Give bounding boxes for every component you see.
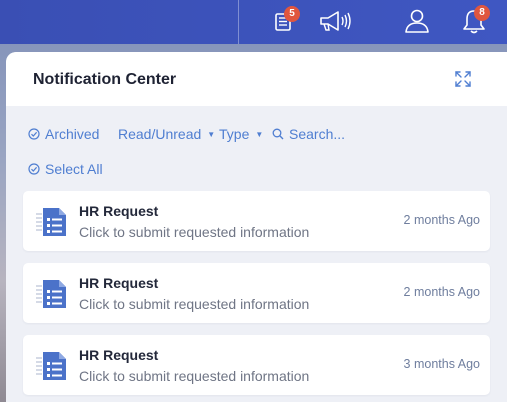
megaphone-icon (320, 11, 351, 31)
notification-panel: Notification Center Archived Read/Unread… (6, 52, 507, 402)
check-circle-icon (28, 128, 40, 140)
notification-time: 2 months Ago (403, 285, 480, 299)
select-all-label: Select All (45, 161, 103, 177)
search-icon (272, 128, 284, 140)
top-bar: 5 8 (0, 0, 507, 44)
notification-subtitle: Click to submit requested information (79, 224, 310, 240)
notification-title: HR Request (79, 275, 159, 291)
document-icon (36, 280, 66, 308)
read-unread-label: Read/Unread (118, 126, 202, 142)
select-all[interactable]: Select All (28, 159, 103, 179)
notification-item[interactable]: HR Request Click to submit requested inf… (23, 263, 490, 323)
type-label: Type (219, 126, 250, 142)
document-icon (36, 352, 66, 380)
filter-bar: Archived Read/Unread ▼ Type ▼ Search... (6, 124, 507, 144)
notification-subtitle: Click to submit requested information (79, 368, 310, 384)
document-icon (36, 208, 66, 236)
check-circle-icon (28, 163, 40, 175)
announcements-button[interactable] (318, 10, 354, 37)
caret-down-icon: ▼ (255, 129, 264, 139)
expand-button[interactable] (454, 70, 472, 88)
profile-button[interactable] (404, 8, 430, 39)
notification-title: HR Request (79, 347, 159, 363)
read-unread-dropdown[interactable]: Read/Unread ▼ (118, 124, 215, 144)
panel-title: Notification Center (33, 71, 177, 88)
type-dropdown[interactable]: Type ▼ (219, 124, 263, 144)
notification-title: HR Request (79, 203, 159, 219)
notification-item[interactable]: HR Request Click to submit requested inf… (23, 335, 490, 395)
archived-filter[interactable]: Archived (28, 124, 99, 144)
notification-subtitle: Click to submit requested information (79, 296, 310, 312)
notifications-button[interactable]: 8 (462, 5, 490, 39)
news-badge: 5 (284, 6, 300, 22)
panel-header: Notification Center (6, 52, 507, 106)
notification-time: 2 months Ago (403, 213, 480, 227)
caret-down-icon: ▼ (207, 129, 216, 139)
notification-item[interactable]: HR Request Click to submit requested inf… (23, 191, 490, 251)
notification-time: 3 months Ago (403, 357, 480, 371)
archived-label: Archived (45, 126, 100, 142)
notifications-badge: 8 (474, 5, 490, 21)
search-field[interactable]: Search... (272, 124, 345, 144)
user-icon (405, 9, 429, 33)
search-placeholder: Search... (289, 126, 346, 142)
top-bar-divider (238, 0, 239, 44)
expand-icon (455, 71, 471, 87)
news-button[interactable]: 5 (274, 6, 300, 37)
